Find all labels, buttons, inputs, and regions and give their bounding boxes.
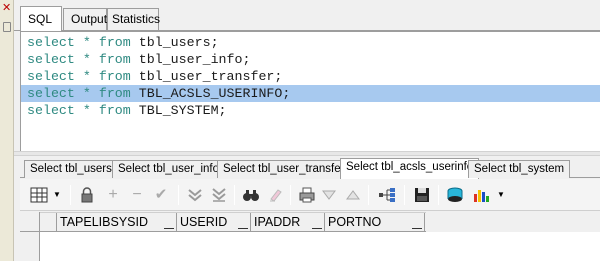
add-record-icon[interactable]: + [104,186,122,204]
table-name: TBL_ACSLS_USERINFO; [138,86,291,101]
keyword-from: * from [82,86,131,101]
sort-up-icon[interactable] [344,186,362,204]
column-dropdown-icon[interactable] [412,228,422,229]
tab-result-tbl-user-info[interactable]: Select tbl_user_info [112,160,226,178]
tab-result-tbl-users[interactable]: Select tbl_users [24,160,118,178]
post-edit-icon[interactable]: ✔ [152,186,170,204]
toolbar-separator [70,185,71,205]
keyword-from: * from [82,52,131,67]
table-name: tbl_user_info; [138,52,251,67]
chevron-down-icon[interactable]: ▼ [48,186,66,204]
database-icon[interactable] [446,186,464,204]
keyword-select: select [27,86,75,101]
side-panel-strip: ✕ [0,0,14,261]
result-toolbar: ▼ + − ✔ ▼ [20,179,600,211]
tab-sql[interactable]: SQL [20,6,62,32]
save-icon[interactable] [413,186,431,204]
toolbar-separator [178,185,179,205]
column-header-label: PORTNO [328,215,382,229]
toolbar-separator [438,185,439,205]
grid-body[interactable] [40,232,600,261]
column-dropdown-icon[interactable] [164,228,174,229]
table-name: TBL_SYSTEM; [138,103,227,118]
column-header-label: TAPELIBSYSID [60,215,148,229]
grid-corner[interactable] [20,212,40,232]
toolbar-separator [234,185,235,205]
keyword-from: * from [82,69,131,84]
move-down-icon[interactable] [186,186,204,204]
row-indicator-column [20,232,40,261]
tab-statistics[interactable]: Statistics [107,8,160,30]
editor-line-selected[interactable]: select * from TBL_ACSLS_USERINFO; [21,85,600,102]
sql-editor[interactable]: select * from tbl_users; select * from t… [20,31,600,151]
tree-view-icon[interactable] [378,186,396,204]
column-dropdown-icon[interactable] [238,228,248,229]
editor-line[interactable]: select * from tbl_user_transfer; [21,68,600,85]
column-header-userid[interactable]: USERID [177,213,251,232]
column-header-label: IPADDR [254,215,301,229]
clear-icon[interactable] [266,186,284,204]
find-icon[interactable] [242,186,260,204]
keyword-select: select [27,103,75,118]
editor-line[interactable]: select * from tbl_users; [21,34,600,51]
keyword-select: select [27,52,75,67]
tab-result-tbl-acsls-userinfo[interactable]: Select tbl_acsls_userinfo [340,158,480,179]
result-tab-bar: Select tbl_users Select tbl_user_info Se… [20,156,600,179]
editor-line[interactable]: select * from tbl_user_info; [21,51,600,68]
chart-icon[interactable] [472,186,490,204]
keyword-from: * from [82,103,131,118]
tab-result-tbl-system[interactable]: Select tbl_system [468,160,571,178]
keyword-select: select [27,69,75,84]
chevron-down-icon[interactable]: ▼ [492,186,510,204]
grid-view-icon[interactable] [30,186,48,204]
tab-output[interactable]: Output [63,8,107,30]
table-name: tbl_users; [138,35,219,50]
toolbar-separator [290,185,291,205]
delete-record-icon[interactable]: − [128,186,146,204]
editor-line[interactable]: select * from TBL_SYSTEM; [21,102,600,119]
column-header-ipaddr[interactable]: IPADDR [251,213,325,232]
column-header-tapelibsysid[interactable]: TAPELIBSYSID [57,213,177,232]
lock-icon[interactable] [78,186,96,204]
results-grid: TAPELIBSYSID USERID IPADDR PORTNO [20,211,600,261]
pin-icon[interactable] [3,22,11,32]
table-name: tbl_user_transfer; [138,69,283,84]
sort-down-icon[interactable] [320,186,338,204]
editor-tab-bar: SQL Output Statistics [14,0,600,32]
toolbar-separator [368,185,369,205]
tab-result-tbl-user-transfer[interactable]: Select tbl_user_transfer [217,160,351,178]
toolbar-separator [404,185,405,205]
keyword-from: * from [82,35,131,50]
column-header-label: USERID [180,215,228,229]
header-spacer [40,213,57,232]
grid-header: TAPELIBSYSID USERID IPADDR PORTNO [40,212,426,232]
keyword-select: select [27,35,75,50]
print-icon[interactable] [298,186,316,204]
close-icon[interactable]: ✕ [2,3,11,14]
column-dropdown-icon[interactable] [312,228,322,229]
move-last-icon[interactable] [210,186,228,204]
column-header-portno[interactable]: PORTNO [325,213,425,232]
